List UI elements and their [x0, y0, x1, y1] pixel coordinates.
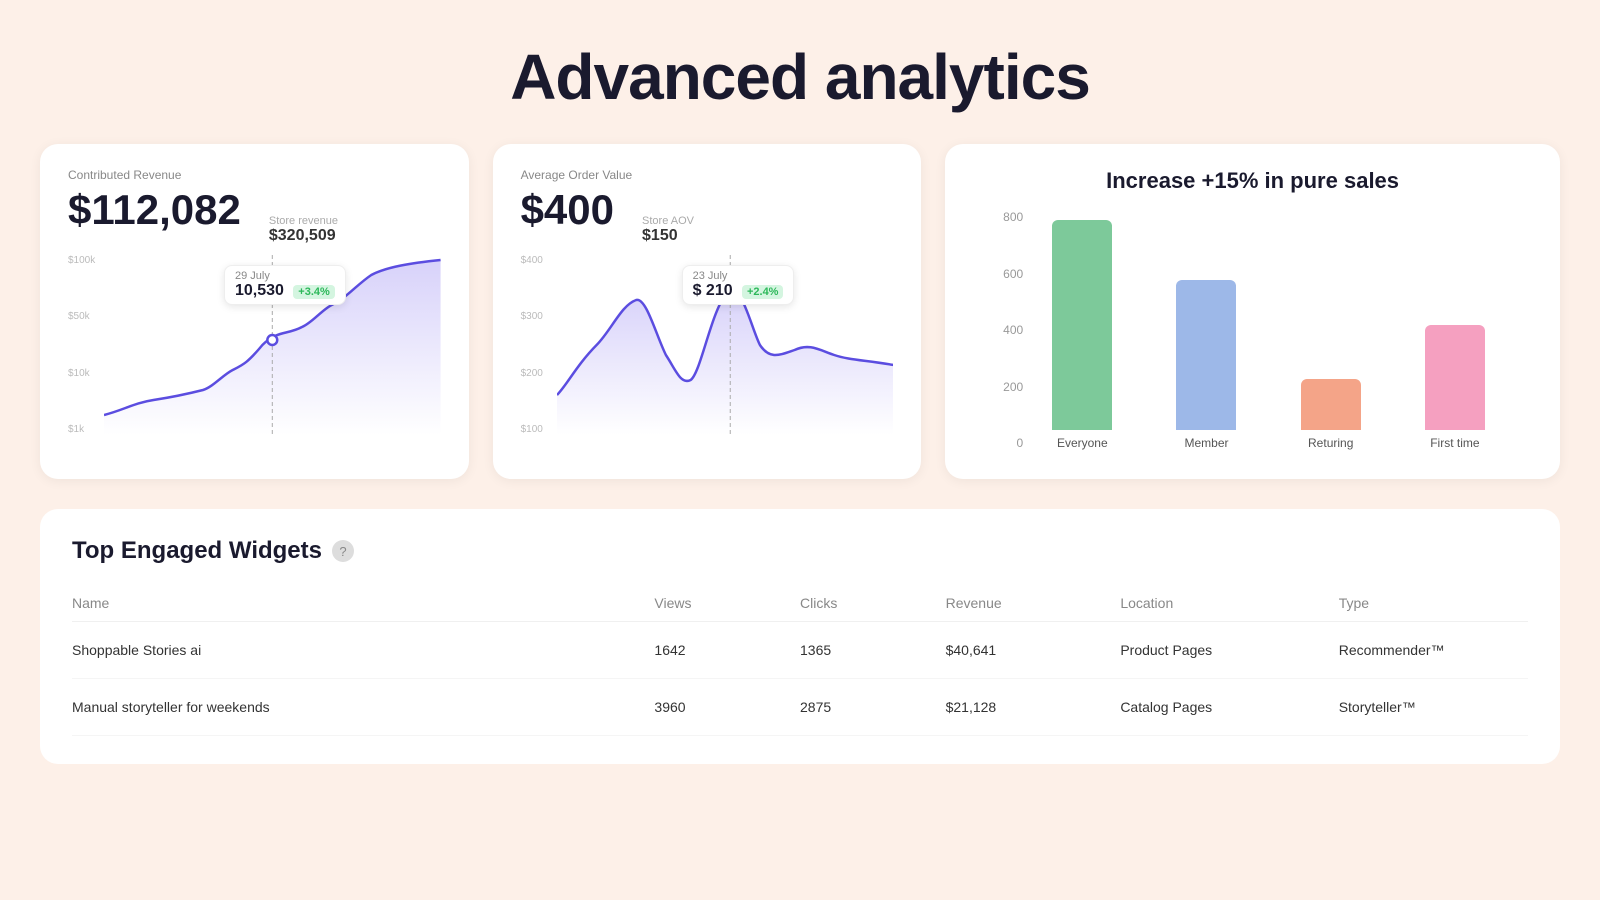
- section-title: Top Engaged Widgets: [72, 537, 322, 565]
- revenue-tooltip-badge: +3.4%: [293, 285, 335, 299]
- row1-type: Recommender™: [1339, 622, 1528, 679]
- table-row: Manual storyteller for weekends 3960 287…: [72, 679, 1528, 736]
- revenue-y-axis: $100k $50k $10k $1k: [68, 255, 104, 435]
- bar-chart-bars: Everyone Member Returing: [1035, 210, 1502, 450]
- revenue-sub: Store revenue $320,509: [269, 215, 338, 245]
- row1-clicks: 1365: [800, 622, 946, 679]
- bar-member: Member: [1159, 190, 1253, 450]
- section-header: Top Engaged Widgets ?: [72, 537, 1528, 565]
- row1-views: 1642: [654, 622, 800, 679]
- row1-revenue: $40,641: [946, 622, 1121, 679]
- col-header-views: Views: [654, 585, 800, 622]
- aov-tooltip-value: $ 210: [693, 282, 733, 300]
- bar-returning: Returing: [1284, 190, 1378, 450]
- bar-firsttime: First time: [1408, 190, 1502, 450]
- revenue-label: Contributed Revenue: [68, 168, 441, 182]
- help-icon[interactable]: ?: [332, 540, 354, 562]
- revenue-tooltip: 29 July 10,530 +3.4%: [224, 265, 346, 305]
- aov-sub-value: $150: [642, 227, 694, 245]
- row2-revenue: $21,128: [946, 679, 1121, 736]
- revenue-card: Contributed Revenue $112,082 Store reven…: [40, 144, 469, 479]
- aov-card: Average Order Value $400 Store AOV $150 …: [493, 144, 922, 479]
- widgets-table: Name Views Clicks Revenue Location Type …: [72, 585, 1528, 736]
- aov-tooltip-date: 23 July: [693, 270, 784, 282]
- row2-views: 3960: [654, 679, 800, 736]
- table-body: Shoppable Stories ai 1642 1365 $40,641 P…: [72, 622, 1528, 736]
- col-header-location: Location: [1120, 585, 1338, 622]
- revenue-tooltip-value: 10,530: [235, 282, 284, 300]
- revenue-chart-inner: 29 July 10,530 +3.4%: [104, 255, 441, 455]
- bar-returning-bar: [1301, 379, 1361, 430]
- bar-member-label: Member: [1184, 436, 1228, 450]
- row1-location: Product Pages: [1120, 622, 1338, 679]
- bar-member-bar: [1176, 280, 1236, 430]
- col-header-revenue: Revenue: [946, 585, 1121, 622]
- bar-everyone-label: Everyone: [1057, 436, 1108, 450]
- aov-sub: Store AOV $150: [642, 215, 694, 245]
- revenue-sub-label: Store revenue: [269, 215, 338, 227]
- row2-name: Manual storyteller for weekends: [72, 679, 654, 736]
- aov-tooltip: 23 July $ 210 +2.4%: [682, 265, 795, 305]
- bar-everyone-bar: [1052, 220, 1112, 430]
- revenue-main-value: $112,082: [68, 186, 241, 234]
- aov-main-value: $400: [521, 186, 614, 234]
- table-header: Name Views Clicks Revenue Location Type: [72, 585, 1528, 622]
- bar-returning-label: Returing: [1308, 436, 1353, 450]
- bar-firsttime-bar: [1425, 325, 1485, 430]
- aov-tooltip-badge: +2.4%: [742, 285, 784, 299]
- row2-location: Catalog Pages: [1120, 679, 1338, 736]
- bar-everyone: Everyone: [1035, 190, 1129, 450]
- col-header-name: Name: [72, 585, 654, 622]
- widgets-section: Top Engaged Widgets ? Name Views Clicks …: [40, 509, 1560, 764]
- bar-chart-card: Increase +15% in pure sales 800 600 400 …: [945, 144, 1560, 479]
- bar-firsttime-label: First time: [1430, 436, 1479, 450]
- aov-y-axis: $400 $300 $200 $100: [521, 255, 557, 435]
- table-row: Shoppable Stories ai 1642 1365 $40,641 P…: [72, 622, 1528, 679]
- col-header-clicks: Clicks: [800, 585, 946, 622]
- col-header-type: Type: [1339, 585, 1528, 622]
- aov-chart: $400 $300 $200 $100: [521, 255, 894, 455]
- row1-name: Shoppable Stories ai: [72, 622, 654, 679]
- revenue-sub-value: $320,509: [269, 227, 338, 245]
- revenue-tooltip-date: 29 July: [235, 270, 335, 282]
- aov-label: Average Order Value: [521, 168, 894, 182]
- row2-clicks: 2875: [800, 679, 946, 736]
- bar-y-axis: 800 600 400 200 0: [1003, 210, 1023, 450]
- row2-type: Storyteller™: [1339, 679, 1528, 736]
- aov-chart-inner: 23 July $ 210 +2.4%: [557, 255, 894, 455]
- aov-sub-label: Store AOV: [642, 215, 694, 227]
- page-title: Advanced analytics: [0, 0, 1600, 144]
- revenue-chart: $100k $50k $10k $1k: [68, 255, 441, 455]
